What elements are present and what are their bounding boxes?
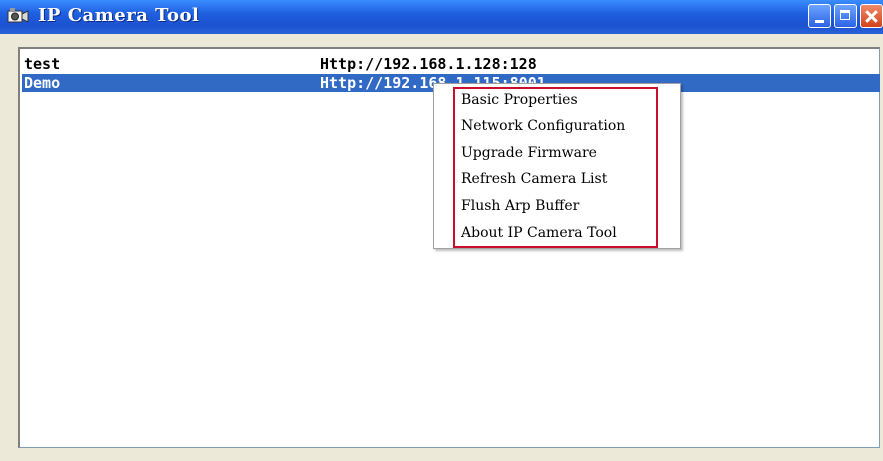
camera-name: test: [24, 55, 61, 73]
camera-name: Demo: [24, 74, 61, 92]
close-icon[interactable]: [860, 4, 883, 28]
menu-item-about[interactable]: About IP Camera Tool: [461, 225, 617, 249]
menu-item-basic-properties[interactable]: Basic Properties: [461, 92, 578, 116]
camera-url: Http://192.168.1.128:128: [320, 55, 537, 73]
title-bar[interactable]: IP Camera Tool: [0, 0, 883, 34]
app-window: IP Camera Tool test Http://192.168.1.128…: [0, 0, 883, 461]
menu-item-upgrade-firmware[interactable]: Upgrade Firmware: [461, 145, 597, 169]
maximize-icon[interactable]: [834, 4, 857, 28]
bottom-strip: [18, 448, 880, 461]
context-menu: Basic Properties Network Configuration U…: [433, 83, 681, 249]
menu-item-network-configuration[interactable]: Network Configuration: [461, 118, 625, 142]
camera-list-row[interactable]: test Http://192.168.1.128:128: [22, 55, 880, 73]
window-title: IP Camera Tool: [38, 5, 200, 26]
camera-app-icon[interactable]: [7, 7, 29, 25]
menu-item-refresh-camera-list[interactable]: Refresh Camera List: [461, 171, 607, 195]
minimize-icon[interactable]: [808, 4, 831, 28]
menu-item-flush-arp-buffer[interactable]: Flush Arp Buffer: [461, 198, 579, 222]
